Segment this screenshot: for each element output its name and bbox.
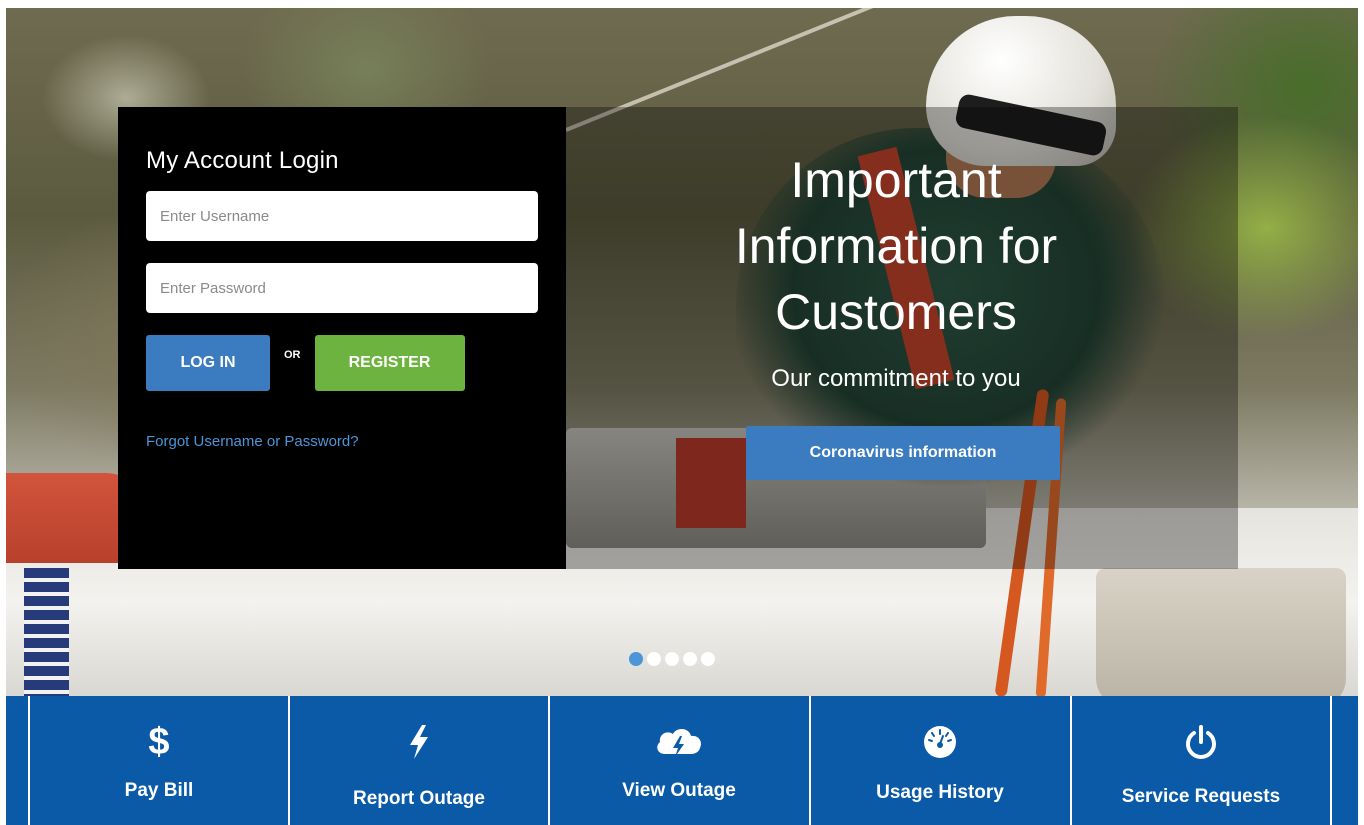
login-button[interactable]: LOG IN <box>146 335 270 391</box>
login-actions: LOG IN OR REGISTER <box>146 335 538 391</box>
username-input[interactable] <box>146 191 538 241</box>
quick-link-label: Service Requests <box>1121 786 1281 807</box>
carousel-dot[interactable] <box>683 652 697 666</box>
quick-link-usage-history[interactable]: Usage History <box>811 696 1069 825</box>
quick-link-label: Report Outage <box>353 788 485 809</box>
carousel-dots <box>629 652 719 666</box>
quick-link-pay-bill[interactable]: $ Pay Bill <box>30 696 288 825</box>
carousel-dot[interactable] <box>665 652 679 666</box>
quick-link-view-outage[interactable]: View Outage <box>550 696 808 825</box>
promo-overlay: Important Information for Customers Our … <box>566 107 1238 569</box>
flag-image <box>24 568 69 698</box>
storm-cloud-icon <box>550 722 808 762</box>
or-label: OR <box>284 349 301 361</box>
quick-link-service-requests[interactable]: Service Requests <box>1072 696 1330 825</box>
password-input[interactable] <box>146 263 538 313</box>
quick-link-label: Usage History <box>876 782 1004 803</box>
login-title: My Account Login <box>146 147 339 174</box>
dollar-icon: $ <box>148 721 170 763</box>
forgot-credentials-link[interactable]: Forgot Username or Password? <box>146 433 359 450</box>
gauge-icon <box>811 722 1069 762</box>
power-icon <box>1072 722 1330 762</box>
quick-links-bar: $ Pay Bill Report Outage View Outage Usa… <box>6 696 1358 825</box>
lightning-bolt-icon <box>290 722 548 762</box>
coronavirus-info-button[interactable]: Coronavirus information <box>746 426 1060 480</box>
promo-title: Important Information for Customers <box>734 152 1058 340</box>
carousel-dot[interactable] <box>701 652 715 666</box>
quick-link-report-outage[interactable]: Report Outage <box>290 696 548 825</box>
quick-link-label: Pay Bill <box>124 780 194 801</box>
carousel-dot[interactable] <box>629 652 643 666</box>
register-button[interactable]: REGISTER <box>314 335 465 391</box>
login-panel: My Account Login LOG IN OR REGISTER Forg… <box>118 107 566 569</box>
page: My Account Login LOG IN OR REGISTER Forg… <box>0 0 1364 825</box>
quick-link-label: View Outage <box>622 780 736 801</box>
promo-subtitle: Our commitment to you <box>771 365 1021 392</box>
carousel-dot[interactable] <box>647 652 661 666</box>
